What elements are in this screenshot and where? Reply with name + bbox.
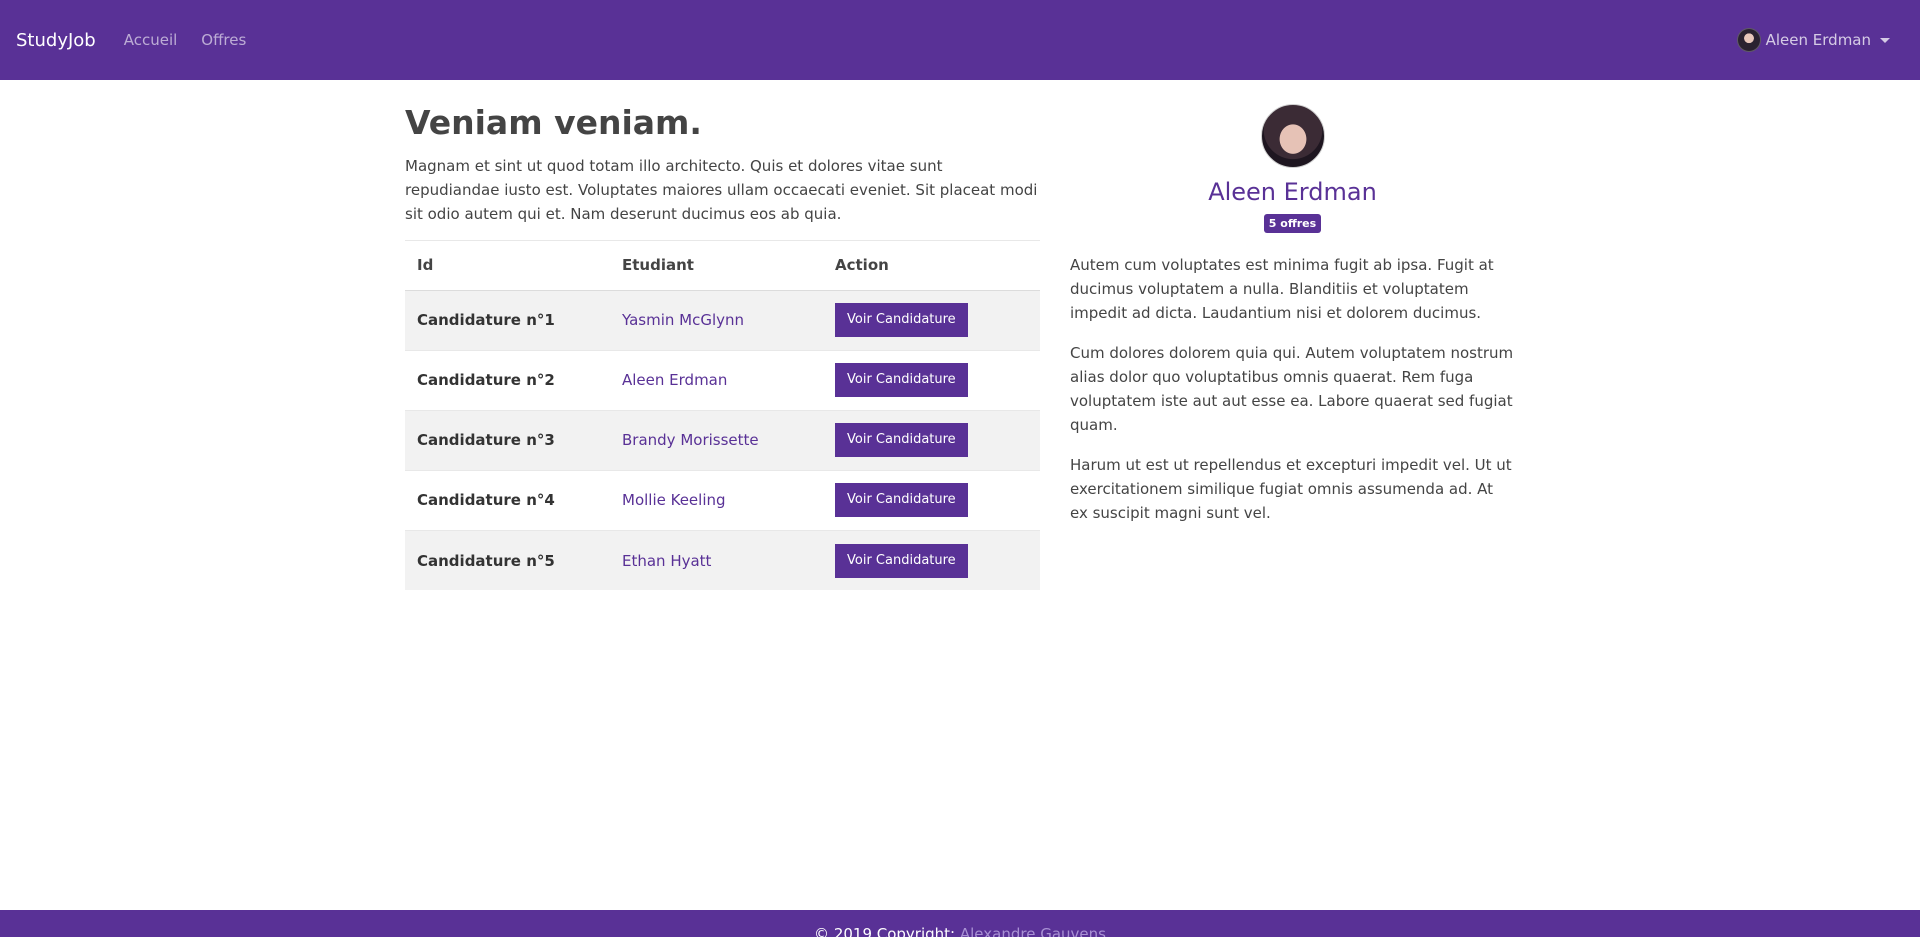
profile-avatar [1260,104,1325,168]
page-footer: © 2019 Copyright: Alexandre Gauvens [0,910,1920,937]
student-link[interactable]: Aleen Erdman [622,371,727,389]
page-title: Veniam veniam. [405,103,702,142]
caret-down-icon [1880,37,1890,43]
application-id: Candidature n°5 [405,529,610,591]
view-application-button[interactable]: Voir Candidature [835,423,968,458]
profile-name: Aleen Erdman [1208,178,1377,206]
table-row: Candidature n°2 Aleen Erdman Voir Candid… [405,349,1040,411]
top-navbar: StudyJob Accueil Offres Aleen Erdman [0,0,1920,80]
offer-detail-column: Veniam veniam. Magnam et sint ut quod to… [405,103,1040,591]
table-row: Candidature n°1 Yasmin McGlynn Voir Cand… [405,289,1040,351]
application-id: Candidature n°2 [405,349,610,411]
company-profile-column: Aleen Erdman 5 offres Autem cum voluptat… [1070,104,1515,541]
student-link[interactable]: Yasmin McGlynn [622,311,744,329]
view-application-button[interactable]: Voir Candidature [835,363,968,398]
view-application-button[interactable]: Voir Candidature [835,303,968,338]
offer-description: Magnam et sint ut quod totam illo archit… [405,156,1038,223]
user-avatar-icon [1736,28,1761,52]
application-id: Candidature n°1 [405,289,610,351]
bio-paragraph: Autem cum voluptates est minima fugit ab… [1070,256,1494,322]
student-link[interactable]: Ethan Hyatt [622,552,711,570]
user-name-label: Aleen Erdman [1765,31,1871,49]
applications-table: Id Etudiant Action Candidature n°1 Yasmi… [405,239,1040,591]
application-id: Candidature n°4 [405,469,610,531]
copyright-text: © 2019 Copyright: [814,925,960,937]
bio-paragraph: Cum dolores dolorem quia qui. Autem volu… [1070,344,1514,434]
view-application-button[interactable]: Voir Candidature [835,483,968,518]
table-row: Candidature n°3 Brandy Morissette Voir C… [405,409,1040,471]
application-id: Candidature n°3 [405,409,610,471]
column-header-action: Action [823,239,1040,291]
student-link[interactable]: Brandy Morissette [622,431,759,449]
brand-link[interactable]: StudyJob [16,30,96,51]
view-application-button[interactable]: Voir Candidature [835,543,968,578]
column-header-id: Id [405,239,610,291]
table-row: Candidature n°4 Mollie Keeling Voir Cand… [405,469,1040,531]
profile-card: Aleen Erdman 5 offres [1070,104,1515,233]
user-dropdown-toggle[interactable]: Aleen Erdman [1736,28,1890,52]
column-header-student: Etudiant [610,239,823,291]
nav-link-offres[interactable]: Offres [201,31,246,49]
nav-link-accueil[interactable]: Accueil [124,31,178,49]
offers-count-badge: 5 offres [1263,214,1322,233]
table-row: Candidature n°5 Ethan Hyatt Voir Candida… [405,529,1040,591]
author-link[interactable]: Alexandre Gauvens [960,925,1106,937]
profile-bio: Autem cum voluptates est minima fugit ab… [1070,253,1515,525]
student-link[interactable]: Mollie Keeling [622,491,726,509]
bio-paragraph: Harum ut est ut repellendus et excepturi… [1070,456,1512,522]
